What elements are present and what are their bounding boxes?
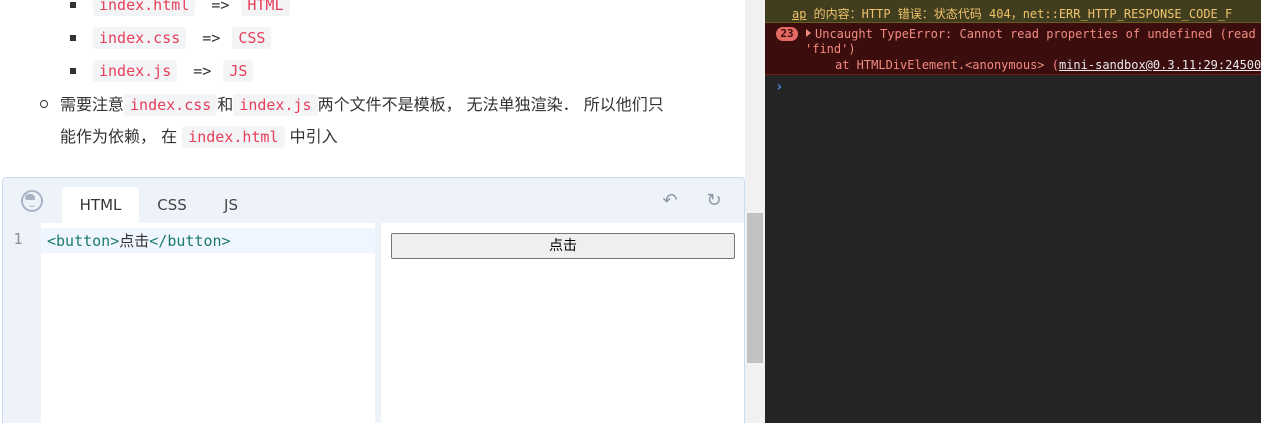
- inline-code: HTML: [241, 0, 290, 16]
- console-error-row: 23 Uncaught TypeError: Cannot read prope…: [765, 23, 1261, 75]
- tab-html[interactable]: HTML: [62, 187, 139, 223]
- undo-icon[interactable]: ↶: [659, 190, 681, 212]
- tab-js[interactable]: JS: [207, 187, 255, 223]
- list-item: index.html => HTML: [70, 0, 290, 21]
- note-paragraph: 需要注意 index.css 和 index.js 两个文件不是模板， 无法单独渲染． …: [40, 89, 745, 153]
- console-warning-row: ap 的内容：HTTP 错误：状态代码 404，net::ERR_HTTP_RE…: [765, 0, 1261, 23]
- error-stack-line: at HTMLDivElement.<anonymous> (mini-sand…: [835, 58, 1261, 72]
- code-text: 点击: [119, 232, 150, 250]
- warning-message: ap 的内容：HTTP 错误：状态代码 404，net::ERR_HTTP_RE…: [792, 5, 1232, 22]
- line-number: 1: [13, 230, 23, 248]
- inline-code: index.js: [93, 59, 178, 82]
- list-item: index.js => JS: [70, 54, 290, 87]
- inline-code: JS: [223, 59, 254, 82]
- console-prompt-icon[interactable]: ›: [775, 79, 783, 95]
- inline-code: CSS: [232, 26, 272, 49]
- arrow-text: =>: [193, 61, 212, 80]
- note-text: 中引入: [289, 127, 338, 146]
- note-line-1: 需要注意 index.css 和 index.js 两个文件不是模板， 无法单独渲染． …: [60, 89, 745, 121]
- code-line[interactable]: <button>点击</button>: [47, 230, 231, 251]
- inline-code: index.html: [93, 0, 196, 16]
- code-sandbox: HTML CSS JS ↶ ↻ 1 <button>点击</button> 点击: [2, 177, 745, 423]
- inline-code: index.css: [93, 26, 187, 49]
- square-bullet-icon: [70, 1, 76, 8]
- tab-css[interactable]: CSS: [143, 187, 201, 223]
- preview-pane: 点击: [381, 223, 744, 423]
- sandbox-logo-icon: [21, 190, 43, 212]
- scrollbar-thumb[interactable]: [747, 213, 763, 363]
- circle-bullet-icon: [40, 100, 48, 108]
- inline-code: index.js: [233, 94, 318, 116]
- square-bullet-icon: [70, 34, 76, 41]
- inline-code: index.html: [182, 126, 285, 148]
- doc-pane: index.html => HTML index.css => CSS inde…: [0, 0, 745, 423]
- file-type-list: index.html => HTML index.css => CSS inde…: [70, 0, 290, 87]
- inline-code: index.css: [124, 94, 218, 116]
- arrow-text: =>: [202, 28, 221, 47]
- stack-source-link[interactable]: mini-sandbox@0.3.11:29:24500: [1059, 58, 1261, 72]
- doc-scrollbar[interactable]: [745, 0, 765, 423]
- warning-text: 的内容：HTTP 错误：状态代码 404，net::ERR_HTTP_RESPO…: [806, 7, 1233, 21]
- code-open-tag: <button>: [47, 232, 120, 250]
- sandbox-toolbar: HTML CSS JS ↶ ↻: [3, 178, 744, 223]
- code-close-tag: </button>: [149, 232, 231, 250]
- preview-click-button[interactable]: 点击: [391, 233, 735, 259]
- warning-link[interactable]: ap: [792, 7, 806, 21]
- note-text: 和: [217, 95, 234, 114]
- arrow-text: =>: [211, 0, 230, 14]
- error-count-badge: 23: [776, 27, 798, 41]
- error-message: Uncaught TypeError: Cannot read properti…: [815, 27, 1256, 41]
- stack-text: at HTMLDivElement.<anonymous> (: [835, 58, 1059, 72]
- note-text: 两个文件不是模板， 无法单独渲染． 所以他们只: [317, 95, 664, 114]
- square-bullet-icon: [70, 67, 76, 74]
- list-item: index.css => CSS: [70, 21, 290, 54]
- note-text: 能作为依赖， 在: [60, 127, 178, 146]
- error-message-cont: 'find'): [805, 42, 856, 56]
- note-line-2: 能作为依赖， 在 index.html 中引入: [60, 121, 745, 153]
- expand-triangle-icon[interactable]: [806, 29, 811, 37]
- line-gutter: 1: [3, 223, 41, 423]
- note-text: 需要注意: [60, 95, 125, 114]
- code-editor[interactable]: 1 <button>点击</button>: [3, 223, 375, 423]
- devtools-console: ap 的内容：HTTP 错误：状态代码 404，net::ERR_HTTP_RE…: [765, 0, 1261, 423]
- redo-icon[interactable]: ↻: [703, 190, 725, 212]
